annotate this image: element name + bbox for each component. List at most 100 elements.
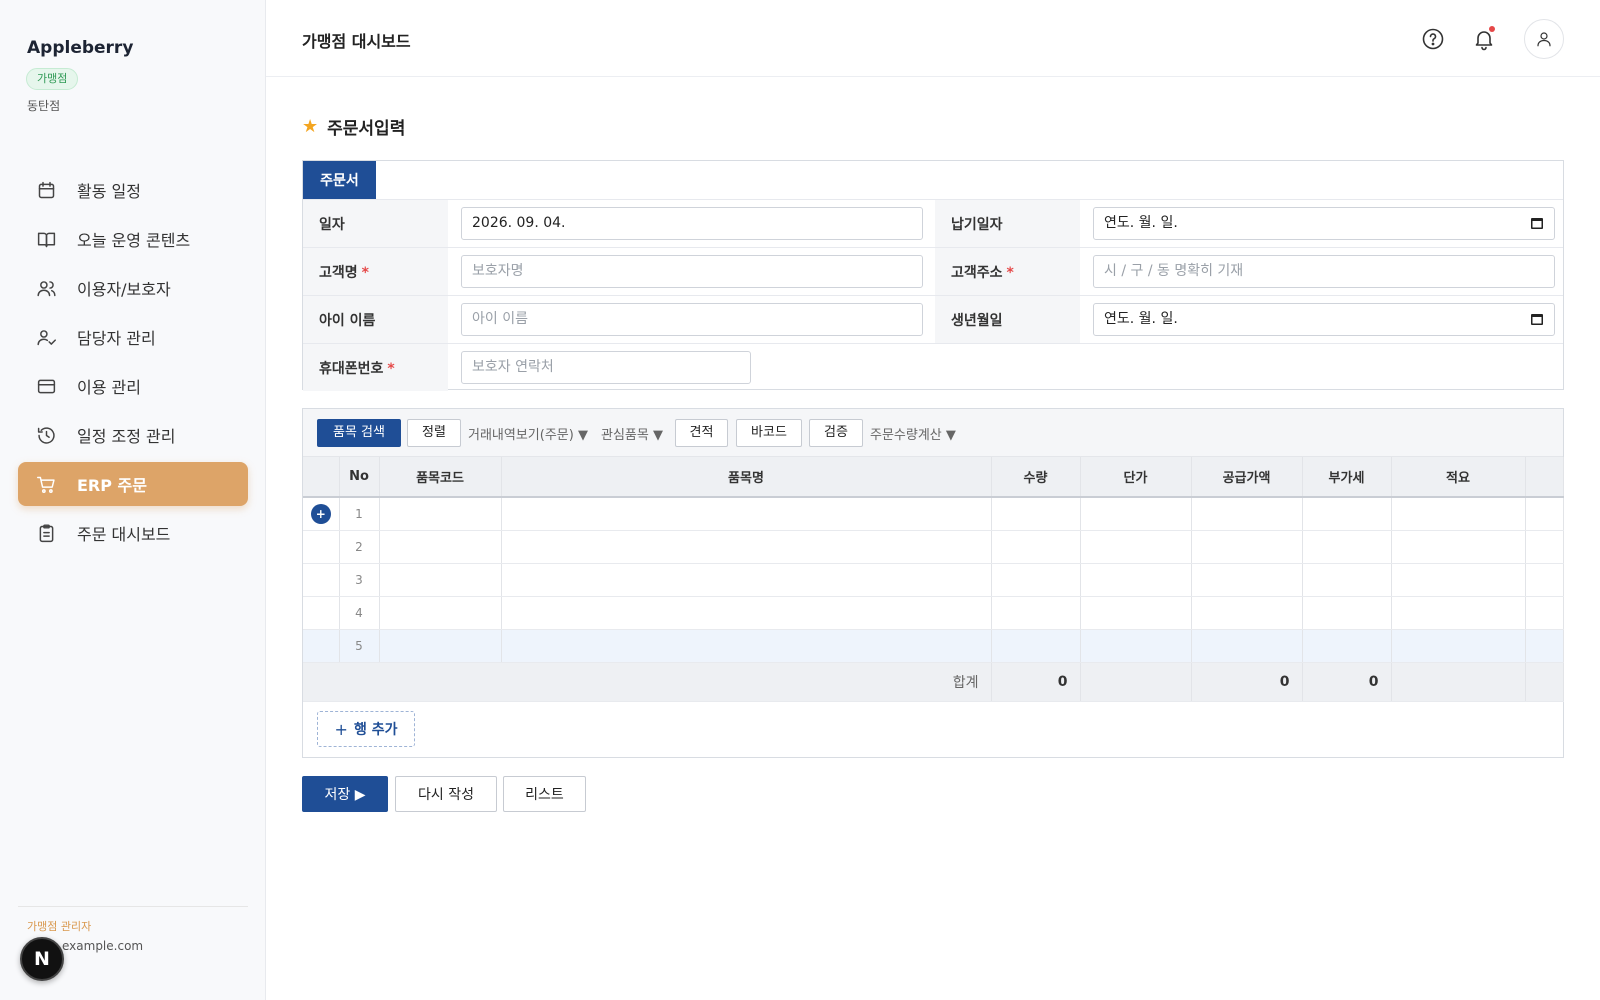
qty-cell[interactable]: [991, 563, 1081, 597]
customer-name-input[interactable]: 보호자명: [461, 255, 923, 288]
qty-cell[interactable]: [991, 629, 1081, 663]
form-row-phone: 휴대폰번호 * 보호자 연락처: [303, 343, 1563, 391]
sidebar-item-label: 담당자 관리: [77, 329, 156, 348]
supply-cell[interactable]: [1191, 596, 1303, 630]
vat-cell[interactable]: [1302, 563, 1392, 597]
add-row-button[interactable]: + 행 추가: [317, 711, 415, 747]
add-item-icon[interactable]: +: [310, 503, 331, 524]
item-code-cell[interactable]: [379, 596, 502, 630]
row-number: 3: [339, 563, 380, 597]
verify-button[interactable]: 검증: [809, 419, 863, 447]
n-badge-button[interactable]: N: [20, 937, 64, 981]
history-dropdown[interactable]: 거래내역보기(주문) ▼: [468, 424, 588, 443]
price-cell[interactable]: [1080, 629, 1192, 663]
list-button[interactable]: 리스트: [503, 776, 586, 812]
column-header: 부가세: [1302, 457, 1392, 498]
sidebar-item-staff[interactable]: 담당자 관리: [18, 315, 248, 359]
sidebar-item-usage[interactable]: 이용 관리: [18, 364, 248, 408]
phone-input[interactable]: 보호자 연락처: [461, 351, 751, 384]
book-icon: [35, 228, 57, 250]
price-cell[interactable]: [1080, 596, 1192, 630]
supply-cell[interactable]: [1191, 563, 1303, 597]
user-icon: [1537, 32, 1551, 47]
order-items-table: No 품목코드 품목명 수량 단가 공급가액 부가세 적요 + 1 2 3 4 …: [303, 457, 1564, 702]
note-cell[interactable]: [1391, 629, 1526, 663]
item-name-cell[interactable]: [501, 497, 992, 531]
save-button[interactable]: 저장 ▶: [302, 776, 388, 812]
price-cell[interactable]: [1080, 563, 1192, 597]
column-header: No: [339, 457, 380, 498]
table-row[interactable]: + 1: [303, 497, 1564, 531]
supply-cell[interactable]: [1191, 530, 1303, 564]
sidebar-item-label: 주문 대시보드: [77, 525, 171, 544]
sidebar-item-label: 오늘 운영 콘텐츠: [77, 231, 191, 250]
qty-cell[interactable]: [991, 596, 1081, 630]
vat-cell[interactable]: [1302, 629, 1392, 663]
date-label: 일자: [303, 200, 448, 247]
phone-label: 휴대폰번호 *: [303, 344, 448, 391]
item-code-cell[interactable]: [379, 530, 502, 564]
note-cell[interactable]: [1391, 596, 1526, 630]
help-icon[interactable]: [1416, 22, 1450, 56]
item-name-cell[interactable]: [501, 596, 992, 630]
vat-cell[interactable]: [1302, 530, 1392, 564]
date-field[interactable]: 2026. 09. 04.: [461, 207, 923, 240]
plus-icon: +: [334, 719, 348, 739]
table-row[interactable]: 3: [303, 563, 1564, 597]
table-header-row: No 품목코드 품목명 수량 단가 공급가액 부가세 적요: [303, 457, 1564, 498]
sidebar-item-order-dashboard[interactable]: 주문 대시보드: [18, 511, 248, 555]
estimate-button[interactable]: 견적: [675, 419, 728, 447]
note-cell[interactable]: [1391, 530, 1526, 564]
item-code-cell[interactable]: [379, 629, 502, 663]
item-search-button[interactable]: 품목 검색: [317, 419, 401, 447]
reset-button[interactable]: 다시 작성: [395, 776, 497, 812]
sidebar-item-activity-schedule[interactable]: 활동 일정: [18, 168, 248, 212]
note-cell[interactable]: [1391, 563, 1526, 597]
item-name-cell[interactable]: [501, 629, 992, 663]
price-cell[interactable]: [1080, 497, 1192, 531]
sort-button[interactable]: 정렬: [407, 419, 461, 447]
table-row[interactable]: 4: [303, 596, 1564, 630]
sidebar-item-schedule-adjust[interactable]: 일정 조정 관리: [18, 413, 248, 457]
brand-name: Appleberry: [27, 38, 134, 58]
item-name-cell[interactable]: [501, 563, 992, 597]
tab-order-form[interactable]: 주문서: [303, 161, 376, 199]
calendar-icon: [35, 179, 57, 201]
due-date-field[interactable]: 연도. 월. 일.: [1093, 207, 1555, 240]
user-role: 가맹점 관리자: [27, 920, 92, 933]
qty-calc-dropdown[interactable]: 주문수량계산 ▼: [870, 424, 956, 443]
supply-cell[interactable]: [1191, 629, 1303, 663]
price-cell[interactable]: [1080, 530, 1192, 564]
clipboard-icon: [35, 522, 57, 544]
birth-date-field[interactable]: 연도. 월. 일.: [1093, 303, 1555, 336]
vat-cell[interactable]: [1302, 497, 1392, 531]
item-code-cell[interactable]: [379, 497, 502, 531]
sidebar-item-users[interactable]: 이용자/보호자: [18, 266, 248, 310]
table-row[interactable]: 5: [303, 629, 1564, 663]
table-row[interactable]: 2: [303, 530, 1564, 564]
interest-dropdown[interactable]: 관심품목 ▼: [601, 424, 663, 443]
sidebar-item-today-content[interactable]: 오늘 운영 콘텐츠: [18, 217, 248, 261]
form-row-customer: 고객명 * 보호자명 고객주소 * 시 / 구 / 동 명확히 기재: [303, 247, 1563, 295]
child-name-input[interactable]: 아이 이름: [461, 303, 923, 336]
column-header: [1525, 457, 1564, 498]
supply-cell[interactable]: [1191, 497, 1303, 531]
column-header: 품목코드: [379, 457, 502, 498]
store-type-badge: 가맹점: [26, 68, 79, 90]
item-grid-panel: 품목 검색 정렬 거래내역보기(주문) ▼ 관심품목 ▼ 견적 바코드 검증 주…: [302, 408, 1564, 758]
qty-cell[interactable]: [991, 530, 1081, 564]
cart-icon: [35, 473, 57, 495]
grid-toolbar: 품목 검색 정렬 거래내역보기(주문) ▼ 관심품목 ▼ 견적 바코드 검증 주…: [303, 409, 1563, 457]
item-code-cell[interactable]: [379, 563, 502, 597]
address-input[interactable]: 시 / 구 / 동 명확히 기재: [1093, 255, 1555, 288]
qty-cell[interactable]: [991, 497, 1081, 531]
user-avatar-button[interactable]: [1524, 19, 1564, 59]
vat-cell[interactable]: [1302, 596, 1392, 630]
note-cell[interactable]: [1391, 497, 1526, 531]
sum-qty: 0: [991, 662, 1081, 702]
item-name-cell[interactable]: [501, 530, 992, 564]
column-header: 품목명: [501, 457, 992, 498]
sidebar-item-erp-order[interactable]: ERP 주문: [18, 462, 248, 506]
bell-icon[interactable]: [1467, 22, 1501, 56]
barcode-button[interactable]: 바코드: [736, 419, 802, 447]
